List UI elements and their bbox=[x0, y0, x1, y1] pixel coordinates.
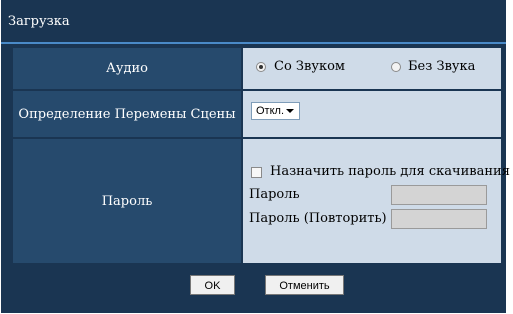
ok-button[interactable]: OK bbox=[190, 275, 235, 295]
radio-without-sound[interactable] bbox=[391, 62, 401, 72]
radio-with-sound-label[interactable]: Со Звуком bbox=[274, 59, 345, 74]
assign-password-checkbox[interactable] bbox=[251, 167, 262, 178]
chevron-down-icon bbox=[286, 109, 294, 113]
password-settings-cell: Назначить пароль для скачивания Пароль П… bbox=[243, 139, 510, 263]
scene-change-row: Определение Перемены Сцены Откл. bbox=[13, 91, 501, 137]
password-repeat-label: Пароль (Повторить) bbox=[249, 211, 387, 226]
scene-change-value-cell: Откл. bbox=[243, 91, 501, 137]
assign-password-label[interactable]: Назначить пароль для скачивания bbox=[270, 164, 510, 179]
radio-with-sound[interactable] bbox=[256, 62, 266, 72]
scene-change-selected-value: Откл. bbox=[256, 105, 285, 117]
radio-without-sound-label[interactable]: Без Звука bbox=[408, 59, 475, 74]
scene-change-label: Определение Перемены Сцены bbox=[13, 91, 241, 137]
audio-label: Аудио bbox=[13, 48, 241, 89]
password-section-label: Пароль bbox=[13, 139, 241, 263]
cancel-button[interactable]: Отменить bbox=[265, 275, 344, 295]
scene-change-select[interactable]: Откл. bbox=[251, 102, 300, 120]
password-row: Пароль Назначить пароль для скачивания П… bbox=[13, 139, 510, 263]
password-input[interactable] bbox=[391, 185, 487, 205]
download-dialog: Загрузка Аудио Со Звуком Без Звука Опред… bbox=[1, 0, 510, 313]
dialog-titlebar: Загрузка bbox=[1, 0, 506, 44]
dialog-title: Загрузка bbox=[8, 14, 70, 29]
audio-row: Аудио Со Звуком Без Звука bbox=[13, 48, 501, 89]
password-repeat-input[interactable] bbox=[391, 209, 487, 229]
password-field-label: Пароль bbox=[249, 187, 300, 202]
audio-options: Со Звуком Без Звука bbox=[243, 48, 501, 89]
